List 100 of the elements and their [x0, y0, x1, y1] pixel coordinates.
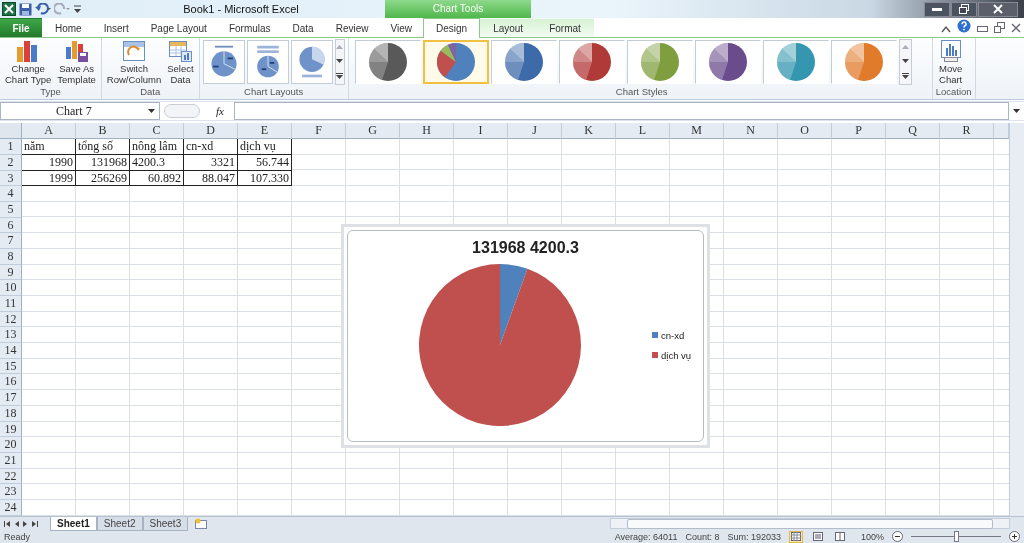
column-header[interactable]: R [940, 123, 994, 140]
row-header[interactable]: 11 [0, 296, 22, 312]
horizontal-scrollbar[interactable] [610, 518, 1010, 530]
expand-icon[interactable] [1013, 109, 1020, 114]
minimize-icon[interactable] [977, 25, 988, 33]
gallery-scrollbar[interactable] [898, 39, 912, 86]
column-header[interactable]: E [238, 123, 292, 140]
chart-style-thumbnail[interactable] [626, 40, 693, 85]
row-header[interactable]: 20 [0, 437, 22, 453]
ribbon-button[interactable]: Select Data [165, 38, 196, 87]
chart-style-thumbnail[interactable] [422, 40, 489, 85]
column-header[interactable]: N [724, 123, 778, 140]
column-header[interactable]: J [508, 123, 562, 140]
previous-sheet-icon[interactable] [14, 520, 19, 527]
row-header[interactable]: 14 [0, 343, 22, 359]
ribbon-tab[interactable]: Layout [480, 18, 537, 37]
chart-style-thumbnail[interactable] [830, 40, 897, 85]
scroll-down-icon[interactable] [901, 59, 909, 64]
column-header[interactable]: M [670, 123, 724, 140]
ribbon-button[interactable]: Save As Template [55, 38, 98, 87]
collapse-ribbon-icon[interactable] [941, 25, 951, 33]
maximize-button[interactable] [951, 1, 977, 17]
column-header[interactable]: A [22, 123, 76, 140]
column-header[interactable]: B [76, 123, 130, 140]
column-header[interactable]: G [346, 123, 400, 140]
ribbon-tab[interactable]: Design [423, 18, 481, 38]
insert-sheet-icon[interactable] [194, 517, 209, 530]
expand-gallery-icon[interactable] [336, 73, 344, 80]
column-header[interactable]: H [400, 123, 454, 140]
name-box[interactable]: Chart 7 [0, 102, 160, 121]
row-header[interactable]: 13 [0, 327, 22, 344]
ribbon-tab[interactable]: Home [44, 18, 93, 37]
chart-style-thumbnail[interactable] [354, 40, 421, 85]
column-header[interactable]: P [832, 123, 886, 140]
column-header[interactable]: L [616, 123, 670, 140]
ribbon-tab[interactable]: View [379, 18, 423, 37]
close-icon[interactable] [1011, 23, 1021, 33]
sheet-tab[interactable]: Sheet1 [50, 516, 97, 531]
ribbon-button[interactable]: Change Chart Type [3, 38, 54, 87]
chart-layout-thumbnail[interactable] [290, 40, 333, 85]
sheet-tab[interactable]: Sheet3 [142, 516, 189, 531]
minimize-button[interactable] [924, 1, 950, 17]
gallery-scrollbar[interactable] [334, 39, 345, 86]
next-sheet-icon[interactable] [23, 520, 28, 527]
expand-gallery-icon[interactable] [901, 73, 909, 80]
sheet-tab[interactable]: Sheet2 [96, 516, 143, 531]
zoom-out-icon[interactable] [892, 531, 903, 543]
slider-thumb[interactable] [954, 531, 959, 543]
first-sheet-icon[interactable] [4, 520, 10, 527]
chart-area[interactable]: 131968 4200.3 cn-xd dịch vụ [341, 224, 710, 449]
caret-icon[interactable] [148, 109, 155, 114]
ribbon-tab[interactable]: Format [536, 18, 594, 37]
row-header[interactable]: 1 [0, 139, 22, 155]
worksheet-grid[interactable] [0, 123, 1009, 516]
ribbon-tab[interactable]: Data [281, 18, 325, 37]
save-icon[interactable] [19, 2, 32, 16]
column-header[interactable]: I [454, 123, 508, 140]
ribbon-tab[interactable]: Formulas [217, 18, 282, 37]
zoom-in-icon[interactable] [1009, 531, 1020, 543]
customize-icon[interactable] [73, 4, 82, 14]
row-header[interactable]: 16 [0, 374, 22, 391]
column-header[interactable]: Q [886, 123, 940, 140]
column-header[interactable]: D [184, 123, 238, 140]
row-header[interactable]: 10 [0, 280, 22, 297]
row-header[interactable]: 23 [0, 484, 22, 500]
row-header[interactable]: 17 [0, 390, 22, 406]
row-header[interactable]: 4 [0, 186, 22, 202]
ribbon-tab[interactable]: Page Layout [139, 18, 218, 37]
help-icon[interactable] [957, 19, 971, 33]
file-tab[interactable]: File [0, 18, 42, 37]
chart-layout-thumbnail[interactable] [202, 40, 245, 85]
chart-style-thumbnail[interactable] [558, 40, 625, 85]
scroll-down-icon[interactable] [336, 59, 344, 64]
chart-style-thumbnail[interactable] [762, 40, 829, 85]
row-header[interactable]: 7 [0, 233, 22, 249]
vertical-scrollbar[interactable] [1009, 123, 1024, 516]
insert-function-button[interactable]: fx [216, 105, 234, 118]
view-button[interactable] [832, 530, 847, 543]
view-button[interactable] [810, 530, 825, 543]
chart-style-thumbnail[interactable] [490, 40, 557, 85]
ribbon-tab[interactable]: Review [324, 18, 380, 37]
zoom-level: 100% [860, 531, 884, 542]
undo-icon[interactable] [35, 3, 51, 15]
formula-input[interactable] [234, 102, 1009, 121]
table-icon [167, 39, 194, 64]
chart-style-thumbnail[interactable] [694, 40, 761, 85]
ribbon-button[interactable]: Switch Row/Column [104, 38, 164, 87]
ribbon-button[interactable]: Move Chart [935, 38, 966, 87]
contextual-tab-label: Chart Tools [385, 0, 531, 18]
chart-layout-thumbnail[interactable] [246, 40, 289, 85]
ribbon-tab[interactable]: Insert [92, 18, 140, 37]
column-header[interactable]: O [778, 123, 832, 140]
excel-icon[interactable] [2, 2, 16, 16]
column-header[interactable]: F [292, 123, 346, 140]
restore-icon[interactable] [994, 22, 1005, 33]
column-header[interactable]: K [562, 123, 616, 140]
column-header[interactable]: C [130, 123, 184, 140]
last-sheet-icon[interactable] [32, 520, 38, 527]
close-button[interactable] [978, 1, 1018, 17]
close-icon [993, 4, 1003, 14]
